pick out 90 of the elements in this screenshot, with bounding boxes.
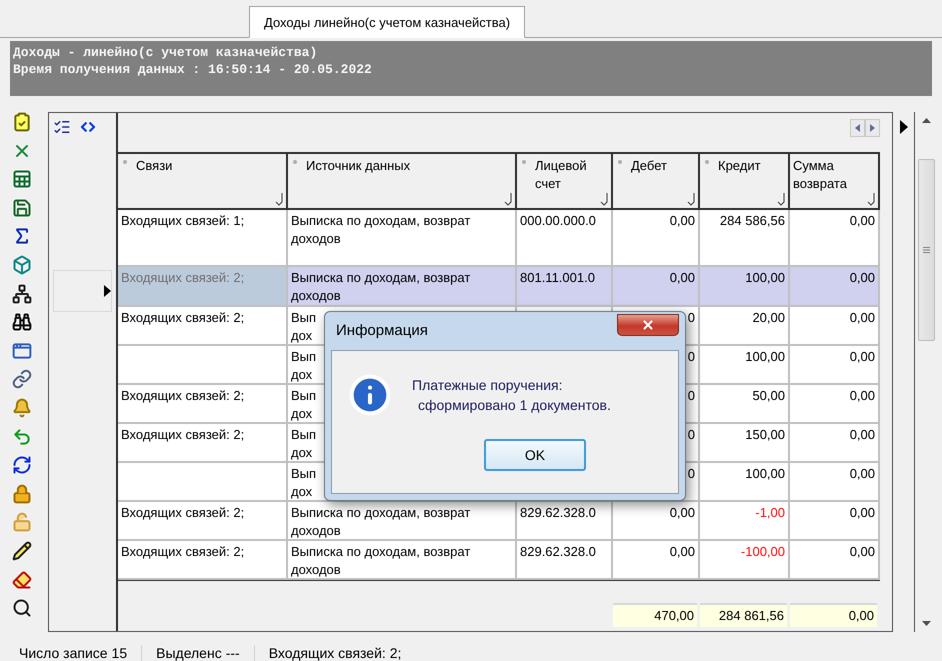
table-cell: 150,00: [700, 424, 790, 461]
up-arrow-icon[interactable]: [922, 118, 930, 123]
column-marker-icon: [123, 160, 127, 164]
table-cell: 0,00: [790, 306, 880, 344]
table-cell: Выписка по доходам, возврат доходов: [288, 210, 517, 265]
sort-icon[interactable]: [504, 192, 513, 206]
eraser-icon[interactable]: [12, 570, 32, 590]
column-header[interactable]: Дебет: [613, 154, 700, 208]
total-cell: 284 861,56: [700, 603, 787, 627]
table-cell: Входящих связей: 1;: [118, 210, 288, 265]
column-marker-icon: [618, 160, 622, 164]
tree-icon[interactable]: [12, 284, 32, 304]
bell-icon[interactable]: [12, 398, 32, 418]
column-header[interactable]: Источник данных: [288, 154, 517, 208]
table-cell: 0,00: [790, 424, 880, 461]
column-header[interactable]: Лицевой счет: [517, 154, 613, 208]
table-cell: Входящих связей: 2;: [118, 266, 288, 305]
total-cell: 0,00: [790, 603, 877, 627]
save-icon[interactable]: [12, 198, 32, 218]
refresh-icon[interactable]: [12, 455, 32, 476]
column-header[interactable]: Связи: [118, 154, 288, 208]
sort-icon[interactable]: [777, 192, 786, 206]
table-cell: 50,00: [700, 384, 790, 422]
sort-icon[interactable]: [600, 192, 609, 206]
table-cell: 0,00: [790, 462, 880, 500]
undo-icon[interactable]: [12, 426, 32, 447]
ok-button[interactable]: OK: [484, 438, 586, 471]
table-cell: 829.62.328.0: [517, 540, 613, 578]
cube-icon[interactable]: [12, 254, 32, 275]
report-title: Доходы - линейно(с учетом казначейства): [13, 45, 318, 60]
sort-icon[interactable]: [687, 192, 696, 206]
table-cell: 284 586,56: [700, 210, 790, 265]
sort-icon[interactable]: [275, 192, 284, 206]
left-arrow-icon: [855, 124, 860, 132]
table-cell: Входящих связей: 2;: [118, 540, 288, 578]
status-label: Выделенс: [156, 645, 222, 661]
table-cell: 801.11.001.0: [517, 266, 613, 305]
column-header[interactable]: Кредит: [700, 154, 790, 208]
table-cell: 0,00: [613, 210, 700, 265]
play-icon[interactable]: [900, 120, 908, 134]
status-label: Число записе: [19, 645, 108, 661]
scroll-left-button[interactable]: [850, 119, 865, 137]
table-cell: -100,00: [700, 540, 790, 578]
column-marker-icon: [293, 160, 297, 164]
table-cell: Входящих связей: 2;: [118, 502, 288, 539]
scroll-right-button[interactable]: [865, 119, 880, 137]
search-icon[interactable]: [12, 598, 32, 618]
table-cell: 0,00: [613, 540, 700, 578]
table-cell: 0,00: [790, 210, 880, 265]
table-cell: Выписка по доходам, возврат доходов: [288, 266, 517, 305]
pencil-icon[interactable]: [12, 540, 32, 561]
column-header[interactable]: Сумма возврата: [790, 154, 880, 208]
status-label: Входящих связей: 2;: [268, 645, 402, 661]
table-cell: 000.00.000.0: [517, 210, 613, 265]
right-arrow-icon: [870, 124, 875, 132]
link-icon[interactable]: [12, 369, 32, 390]
table-cell: Выписка по доходам, возврат доходов: [288, 540, 517, 578]
down-arrow-icon[interactable]: [922, 621, 930, 626]
table-cell: Входящих связей: 2;: [118, 424, 288, 461]
close-button[interactable]: [617, 314, 679, 336]
table-cell: 0,00: [790, 502, 880, 539]
status-value: ---: [226, 645, 240, 661]
windows-icon[interactable]: [12, 340, 32, 361]
table-cell: 100,00: [700, 346, 790, 383]
lock-icon[interactable]: [12, 484, 32, 504]
table-cell: 0,00: [790, 346, 880, 383]
column-marker-icon: [705, 160, 709, 164]
info-icon: [348, 372, 392, 417]
close-icon: [641, 318, 655, 332]
total-cell: 470,00: [613, 603, 697, 627]
table-cell: 0,00: [790, 384, 880, 422]
grip-icon: [922, 247, 930, 253]
report-timestamp: Время получения данных : 16:50:14 - 20.05.2022: [13, 62, 373, 77]
table-cell: 100,00: [700, 462, 790, 500]
dialog-title: Информация: [336, 322, 428, 340]
binoculars-icon[interactable]: [12, 312, 32, 332]
column-marker-icon: [522, 160, 526, 164]
checklist-icon[interactable]: [12, 112, 32, 132]
sort-icon[interactable]: [867, 192, 876, 206]
table-cell: Входящих связей: 2;: [118, 306, 288, 344]
table-cell: 0,00: [613, 266, 700, 305]
table-cell: 20,00: [700, 306, 790, 344]
table-cell: -1,00: [700, 502, 790, 539]
table-cell: Входящих связей: 2;: [118, 384, 288, 422]
report-tab[interactable]: Доходы линейно(с учетом казначейства): [249, 6, 526, 38]
table-cell: 0,00: [790, 540, 880, 578]
table-cell: 100,00: [700, 266, 790, 305]
status-value: 15: [112, 645, 128, 661]
spreadsheet-icon[interactable]: [12, 169, 32, 190]
table-cell: 0,00: [790, 266, 880, 305]
